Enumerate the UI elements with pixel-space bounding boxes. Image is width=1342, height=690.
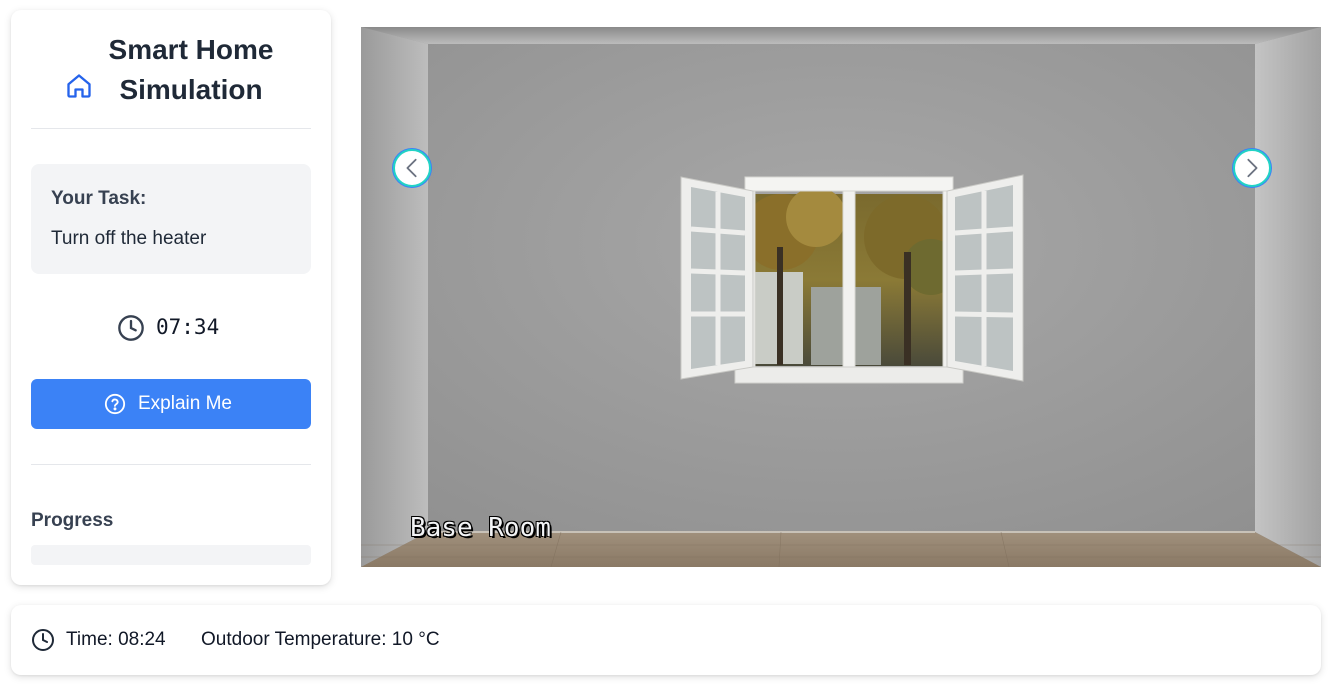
previous-room-button[interactable] xyxy=(393,149,431,187)
chevron-right-icon xyxy=(1247,158,1258,178)
explain-me-button[interactable]: Explain Me xyxy=(31,379,311,429)
app-title-line1: Smart Home xyxy=(108,34,274,65)
room-scene xyxy=(361,27,1321,567)
task-heading: Your Task: xyxy=(51,188,147,209)
app-brand: Smart Home Simulation xyxy=(11,30,331,120)
task-text: Turn off the heater xyxy=(51,228,207,249)
progress-title: Progress xyxy=(31,510,114,531)
sidebar: Smart Home Simulation Your Task: Turn of… xyxy=(11,10,331,585)
outdoor-temperature: Outdoor Temperature: 10 °C xyxy=(201,629,440,650)
divider xyxy=(31,128,311,129)
app-title: Smart Home Simulation xyxy=(101,30,281,110)
window xyxy=(680,174,1024,384)
clock-icon xyxy=(118,315,144,341)
status-bar: Time: 08:24 Outdoor Temperature: 10 °C xyxy=(11,605,1321,675)
room-name-label: Base Room xyxy=(410,513,551,543)
home-icon xyxy=(67,74,91,98)
room-viewer: Base Room xyxy=(361,27,1321,567)
explain-me-label: Explain Me xyxy=(138,393,232,414)
countdown-timer: 07:34 xyxy=(11,310,331,346)
chevron-left-icon xyxy=(406,158,417,178)
progress-bar xyxy=(31,545,311,565)
next-room-button[interactable] xyxy=(1233,149,1271,187)
task-card: Your Task: Turn off the heater xyxy=(31,164,311,274)
app-title-line2: Simulation xyxy=(119,74,263,105)
timer-value: 07:34 xyxy=(156,315,220,339)
help-circle-icon xyxy=(104,393,126,415)
current-time: Time: 08:24 xyxy=(66,629,166,650)
clock-icon xyxy=(32,629,54,651)
divider xyxy=(31,464,311,465)
